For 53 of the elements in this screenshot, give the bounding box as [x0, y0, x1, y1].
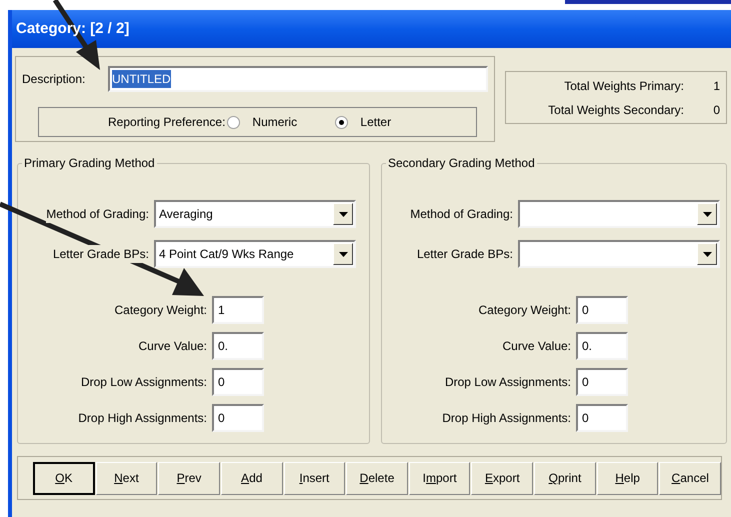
- input-field[interactable]: 0: [576, 404, 628, 432]
- input-field[interactable]: 0: [212, 368, 264, 396]
- field-label: Drop Low Assignments:: [444, 374, 572, 391]
- field-label: Letter Grade BPs:: [52, 245, 149, 263]
- radio-label[interactable]: Numeric: [252, 113, 298, 131]
- dialog-button[interactable]: OK: [33, 462, 95, 494]
- caret-icon: [702, 212, 712, 216]
- dropdown[interactable]: 4 Point Cat/9 Wks Range: [154, 240, 356, 268]
- total-label: Total Weights Primary:: [563, 78, 684, 94]
- input-field[interactable]: 0.: [576, 332, 628, 360]
- dialog-button[interactable]: Help: [596, 462, 658, 494]
- field-label: Drop High Assignments:: [441, 410, 572, 427]
- dialog-button[interactable]: Cancel: [659, 462, 722, 494]
- caret-icon: [702, 252, 712, 256]
- dropdown-button[interactable]: [333, 243, 353, 265]
- dialog-button[interactable]: Delete: [346, 462, 408, 494]
- input-field[interactable]: 0.: [212, 332, 264, 360]
- radio-button[interactable]: [227, 116, 240, 128]
- field-label: Drop High Assignments:: [77, 410, 208, 427]
- dropdown[interactable]: Averaging: [154, 200, 356, 228]
- dropdown[interactable]: [518, 240, 720, 268]
- input-field[interactable]: 0: [576, 296, 628, 324]
- group-title: Secondary Grading Method: [387, 155, 536, 172]
- dialog-button[interactable]: Next: [96, 462, 158, 494]
- caret-icon: [338, 252, 348, 256]
- field-label: Drop Low Assignments:: [80, 374, 208, 391]
- field-label: Category Weight:: [114, 302, 208, 319]
- dropdown-button[interactable]: [697, 243, 717, 265]
- dropdown-button[interactable]: [333, 203, 353, 225]
- description-field[interactable]: UNTITLED: [108, 66, 488, 92]
- dialog-button[interactable]: Add: [220, 462, 283, 494]
- dialog-button[interactable]: Prev: [158, 462, 220, 494]
- total-value: 1: [712, 78, 720, 94]
- dropdown[interactable]: [518, 200, 720, 228]
- dialog-button[interactable]: Qprint: [534, 462, 596, 494]
- dialog-button[interactable]: Export: [471, 462, 534, 494]
- input-field[interactable]: 0: [576, 368, 628, 396]
- dropdown-button[interactable]: [697, 203, 717, 225]
- field-label: Category Weight:: [478, 302, 572, 319]
- dialog-button[interactable]: Import: [408, 462, 470, 494]
- field-label: Description:: [22, 71, 86, 88]
- radio-label[interactable]: Letter: [360, 113, 392, 131]
- field-label: Curve Value:: [502, 338, 572, 355]
- caret-icon: [338, 212, 348, 216]
- field-label: Curve Value:: [138, 338, 208, 355]
- total-value: 0: [712, 102, 720, 118]
- field-label: Reporting Preference:: [108, 114, 226, 131]
- total-label: Total Weights Secondary:: [547, 102, 684, 118]
- input-field[interactable]: 0: [212, 404, 264, 432]
- input-field[interactable]: 1: [212, 296, 264, 324]
- radio-button[interactable]: [335, 116, 348, 128]
- group-title: Primary Grading Method: [23, 155, 156, 172]
- dialog-button[interactable]: Insert: [284, 462, 346, 494]
